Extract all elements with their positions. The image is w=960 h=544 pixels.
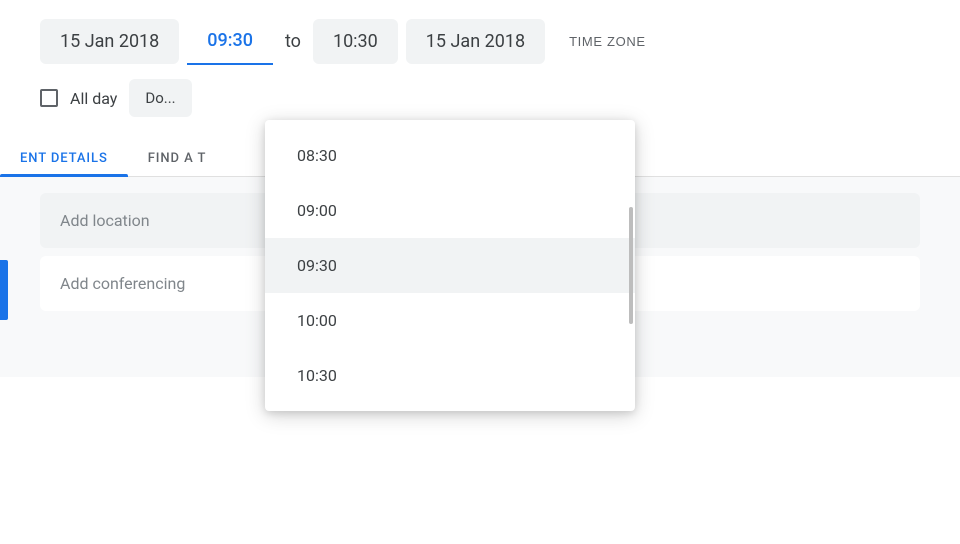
allday-checkbox[interactable] [40,89,58,107]
start-time-picker[interactable]: 09:30 [187,18,273,65]
time-option-1030[interactable]: 10:30 [265,348,635,403]
time-option-1000[interactable]: 10:00 [265,293,635,348]
end-time-picker[interactable]: 10:30 [313,19,398,64]
start-date-picker[interactable]: 15 Jan 2018 [40,19,179,64]
time-dropdown: 08:30 09:00 09:30 10:00 10:30 [265,120,635,411]
time-option-0900[interactable]: 09:00 [265,183,635,238]
allday-label: All day [70,89,117,108]
dropdown-scrollbar-thumb [629,207,633,323]
time-option-0830[interactable]: 08:30 [265,128,635,183]
datetime-bar: 15 Jan 2018 09:30 to 10:30 15 Jan 2018 T… [0,0,960,65]
sidebar-accent [0,260,8,320]
repeat-selector[interactable]: Do... [129,79,191,117]
timezone-button[interactable]: TIME ZONE [569,34,646,49]
time-option-0930[interactable]: 09:30 [265,238,635,293]
end-date-picker[interactable]: 15 Jan 2018 [406,19,545,64]
tab-find-time[interactable]: FIND A T [128,141,227,176]
tab-event-details[interactable]: ENT DETAILS [0,141,128,176]
allday-row: All day Do... [0,65,960,117]
to-separator: to [281,31,305,52]
dropdown-scrollbar[interactable] [627,120,635,411]
